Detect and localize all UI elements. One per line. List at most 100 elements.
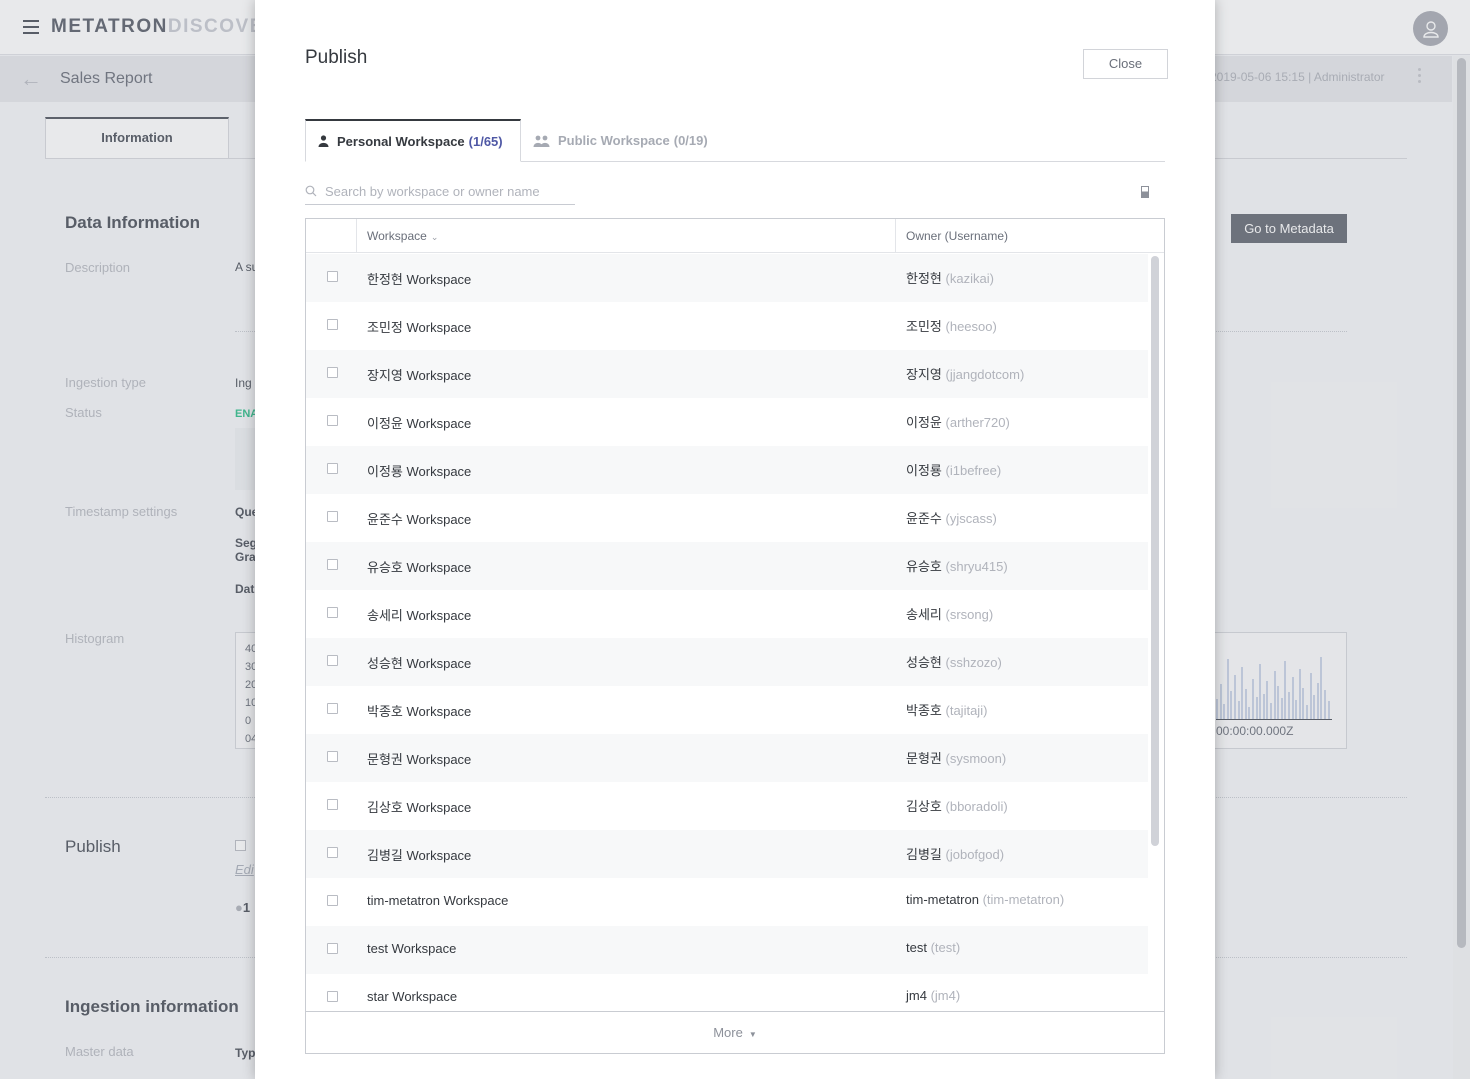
owner-name: 김병길 <box>906 847 942 862</box>
owner-name: 이정룡 <box>906 463 942 478</box>
table-row[interactable]: 이정윤 Workspace 이정윤 (arther720) <box>306 398 1148 446</box>
workspace-name: tim-metatron Workspace <box>367 893 509 908</box>
workspace-name: 이정룡 Workspace <box>367 464 472 479</box>
table-row[interactable]: 윤준수 Workspace 윤준수 (yjscass) <box>306 494 1148 542</box>
search-icon <box>305 184 317 202</box>
row-checkbox[interactable] <box>327 799 338 810</box>
owner-username: (yjscass) <box>945 511 997 526</box>
owner-username: (i1befree) <box>945 463 1002 478</box>
row-checkbox[interactable] <box>327 367 338 378</box>
workspace-name: 박종호 Workspace <box>367 704 472 719</box>
row-checkbox[interactable] <box>327 319 338 330</box>
workspace-name: 윤준수 Workspace <box>367 512 472 527</box>
table-row[interactable]: 조민정 Workspace 조민정 (heesoo) <box>306 302 1148 350</box>
owner-username: (srsong) <box>945 607 994 622</box>
row-checkbox[interactable] <box>327 943 338 954</box>
row-checkbox[interactable] <box>327 511 338 522</box>
workspace-name: 이정윤 Workspace <box>367 416 472 431</box>
row-checkbox[interactable] <box>327 607 338 618</box>
workspace-name: 한정현 Workspace <box>367 272 472 287</box>
workspace-name: 김상호 Workspace <box>367 800 472 815</box>
owner-cell: 문형권 (sysmoon) <box>906 748 1006 767</box>
owner-username: (heesoo) <box>945 319 997 334</box>
owner-name: 성승현 <box>906 655 942 670</box>
grid-scrollbar[interactable] <box>1151 256 1159 846</box>
sort-chevron-down-icon[interactable]: ⌄ <box>431 232 439 242</box>
tab-label: Public Workspace <box>558 133 670 148</box>
owner-cell: 한정현 (kazikai) <box>906 268 994 287</box>
owner-cell: 김병길 (jobofgod) <box>906 844 1004 863</box>
row-checkbox[interactable] <box>327 847 338 858</box>
owner-username: (jjangdotcom) <box>945 367 1025 382</box>
workspace-name: 장지영 Workspace <box>367 368 472 383</box>
owner-cell: 장지영 (jjangdotcom) <box>906 364 1024 383</box>
row-checkbox[interactable] <box>327 463 338 474</box>
owner-username: (tajitaji) <box>945 703 988 718</box>
owner-cell: 김상호 (bboradoli) <box>906 796 1008 815</box>
owner-cell: 조민정 (heesoo) <box>906 316 997 335</box>
column-label: Workspace <box>367 229 427 243</box>
owner-name: tim-metatron <box>906 892 979 907</box>
workspace-name: 송세리 Workspace <box>367 608 472 623</box>
row-checkbox[interactable] <box>327 271 338 282</box>
owner-username: (jobofgod) <box>945 847 1005 862</box>
table-row[interactable]: 성승현 Workspace 성승현 (sshzozo) <box>306 638 1148 686</box>
grid-rows: 한정현 Workspace 한정현 (kazikai) 조민정 Workspace 조… <box>306 254 1148 1011</box>
owner-name: 박종호 <box>906 703 942 718</box>
tab-public-workspace[interactable]: Public Workspace (0/19) <box>533 119 708 162</box>
tab-label: Personal Workspace <box>337 133 465 149</box>
caret-down-icon: ▼ <box>748 1030 757 1039</box>
table-row[interactable]: 유승호 Workspace 유승호 (shryu415) <box>306 542 1148 590</box>
table-row[interactable]: 송세리 Workspace 송세리 (srsong) <box>306 590 1148 638</box>
table-row[interactable]: 한정현 Workspace 한정현 (kazikai) <box>306 254 1148 302</box>
row-checkbox[interactable] <box>327 895 338 906</box>
tab-count: (0/19) <box>673 133 708 148</box>
owner-name: 김상호 <box>906 799 942 814</box>
table-row[interactable]: star Workspace jm4 (jm4) <box>306 974 1148 1011</box>
modal-title: Publish <box>305 47 368 68</box>
table-row[interactable]: 김병길 Workspace 김병길 (jobofgod) <box>306 830 1148 878</box>
row-checkbox[interactable] <box>327 559 338 570</box>
row-checkbox[interactable] <box>327 703 338 714</box>
tab-personal-workspace[interactable]: Personal Workspace (1/65) <box>305 119 521 162</box>
column-header-owner: Owner (Username) <box>906 229 1009 243</box>
row-checkbox[interactable] <box>327 751 338 762</box>
owner-cell: 성승현 (sshzozo) <box>906 652 1002 671</box>
workspace-name: test Workspace <box>367 941 457 956</box>
owner-name: 조민정 <box>906 319 942 334</box>
owner-cell: jm4 (jm4) <box>906 988 960 1003</box>
owner-cell: 윤준수 (yjscass) <box>906 508 997 527</box>
owner-username: (test) <box>930 940 961 955</box>
view-toggle-icon[interactable] <box>1141 186 1149 198</box>
owner-name: 유승호 <box>906 559 942 574</box>
table-row[interactable]: 박종호 Workspace 박종호 (tajitaji) <box>306 686 1148 734</box>
people-icon <box>533 135 550 147</box>
workspace-grid: Workspace ⌄ Owner (Username) 한정현 Workspac… <box>305 218 1165 1054</box>
column-header-workspace[interactable]: Workspace ⌄ <box>367 229 438 243</box>
table-row[interactable]: 문형권 Workspace 문형권 (sysmoon) <box>306 734 1148 782</box>
owner-username: (bboradoli) <box>945 799 1008 814</box>
table-row[interactable]: 장지영 Workspace 장지영 (jjangdotcom) <box>306 350 1148 398</box>
column-divider <box>895 219 896 253</box>
owner-name: jm4 <box>906 988 927 1003</box>
owner-cell: 유승호 (shryu415) <box>906 556 1008 575</box>
row-checkbox[interactable] <box>327 991 338 1002</box>
owner-cell: 이정룡 (i1befree) <box>906 460 1001 479</box>
search-box <box>305 178 575 205</box>
table-row[interactable]: test Workspace test (test) <box>306 926 1148 974</box>
tab-count: (1/65) <box>468 133 503 149</box>
table-row[interactable]: tim-metatron Workspace tim-metatron (tim-… <box>306 878 1148 926</box>
more-button[interactable]: More ▼ <box>306 1011 1164 1053</box>
owner-username: (arther720) <box>945 415 1010 430</box>
workspace-name: 유승호 Workspace <box>367 560 472 575</box>
row-checkbox[interactable] <box>327 655 338 666</box>
owner-cell: 박종호 (tajitaji) <box>906 700 987 719</box>
close-button[interactable]: Close <box>1083 49 1168 79</box>
table-row[interactable]: 이정룡 Workspace 이정룡 (i1befree) <box>306 446 1148 494</box>
row-checkbox[interactable] <box>327 415 338 426</box>
owner-username: (tim-metatron) <box>982 892 1065 907</box>
workspace-name: 문형권 Workspace <box>367 752 472 767</box>
search-input[interactable] <box>325 181 570 201</box>
table-row[interactable]: 김상호 Workspace 김상호 (bboradoli) <box>306 782 1148 830</box>
owner-cell: tim-metatron (tim-metatron) <box>906 892 1064 907</box>
